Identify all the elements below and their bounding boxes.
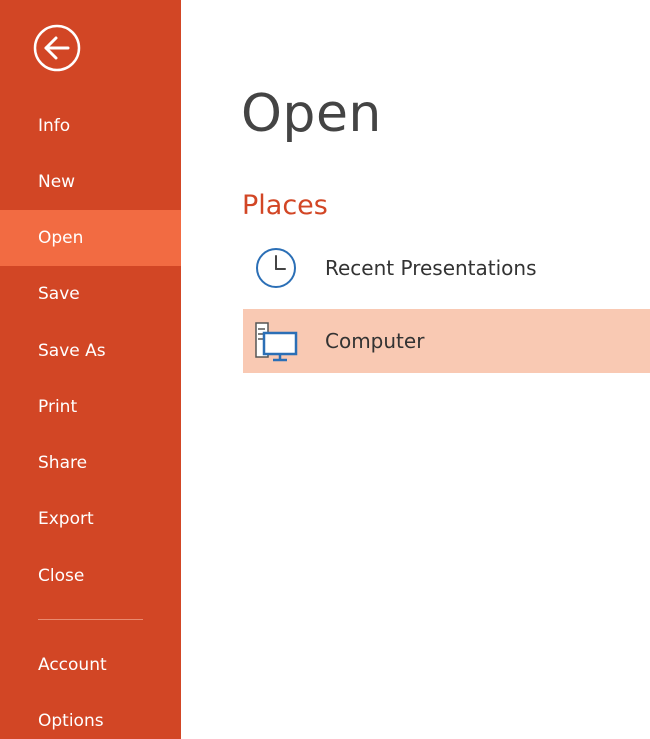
nav-divider — [38, 619, 143, 620]
nav-item-label: Save As — [38, 341, 106, 361]
nav-item-save[interactable]: Save — [0, 266, 181, 322]
computer-icon — [253, 318, 299, 364]
place-computer[interactable]: Computer — [243, 309, 650, 373]
place-label: Computer — [325, 329, 425, 353]
back-arrow-icon — [33, 24, 81, 72]
place-recent-presentations[interactable]: Recent Presentations — [243, 236, 650, 300]
nav-item-share[interactable]: Share — [0, 435, 181, 491]
nav-item-open[interactable]: Open — [0, 210, 181, 266]
nav-item-info[interactable]: Info — [0, 98, 181, 154]
places-heading: Places — [242, 190, 328, 221]
place-label: Recent Presentations — [325, 256, 537, 280]
nav-item-close[interactable]: Close — [0, 548, 181, 604]
nav-item-label: Open — [38, 228, 84, 248]
backstage-view: Info New Open Save Save As Print Share E… — [0, 0, 650, 739]
nav-item-label: Account — [38, 655, 107, 675]
nav-item-new[interactable]: New — [0, 154, 181, 210]
nav-item-export[interactable]: Export — [0, 491, 181, 547]
nav-item-label: Close — [38, 566, 85, 586]
back-button[interactable] — [33, 24, 81, 72]
nav-item-print[interactable]: Print — [0, 379, 181, 435]
nav-item-account[interactable]: Account — [0, 637, 181, 693]
nav-item-options[interactable]: Options — [0, 693, 181, 739]
nav-item-label: Save — [38, 284, 80, 304]
nav-item-label: Share — [38, 453, 88, 473]
page-title: Open — [241, 84, 382, 144]
backstage-sidebar: Info New Open Save Save As Print Share E… — [0, 0, 181, 739]
nav-item-label: Export — [38, 509, 94, 529]
nav-item-label: New — [38, 172, 76, 192]
nav-item-label: Print — [38, 397, 78, 417]
nav-item-label: Info — [38, 116, 71, 136]
clock-icon — [253, 245, 299, 291]
nav-item-save-as[interactable]: Save As — [0, 323, 181, 379]
nav-item-label: Options — [38, 711, 104, 731]
